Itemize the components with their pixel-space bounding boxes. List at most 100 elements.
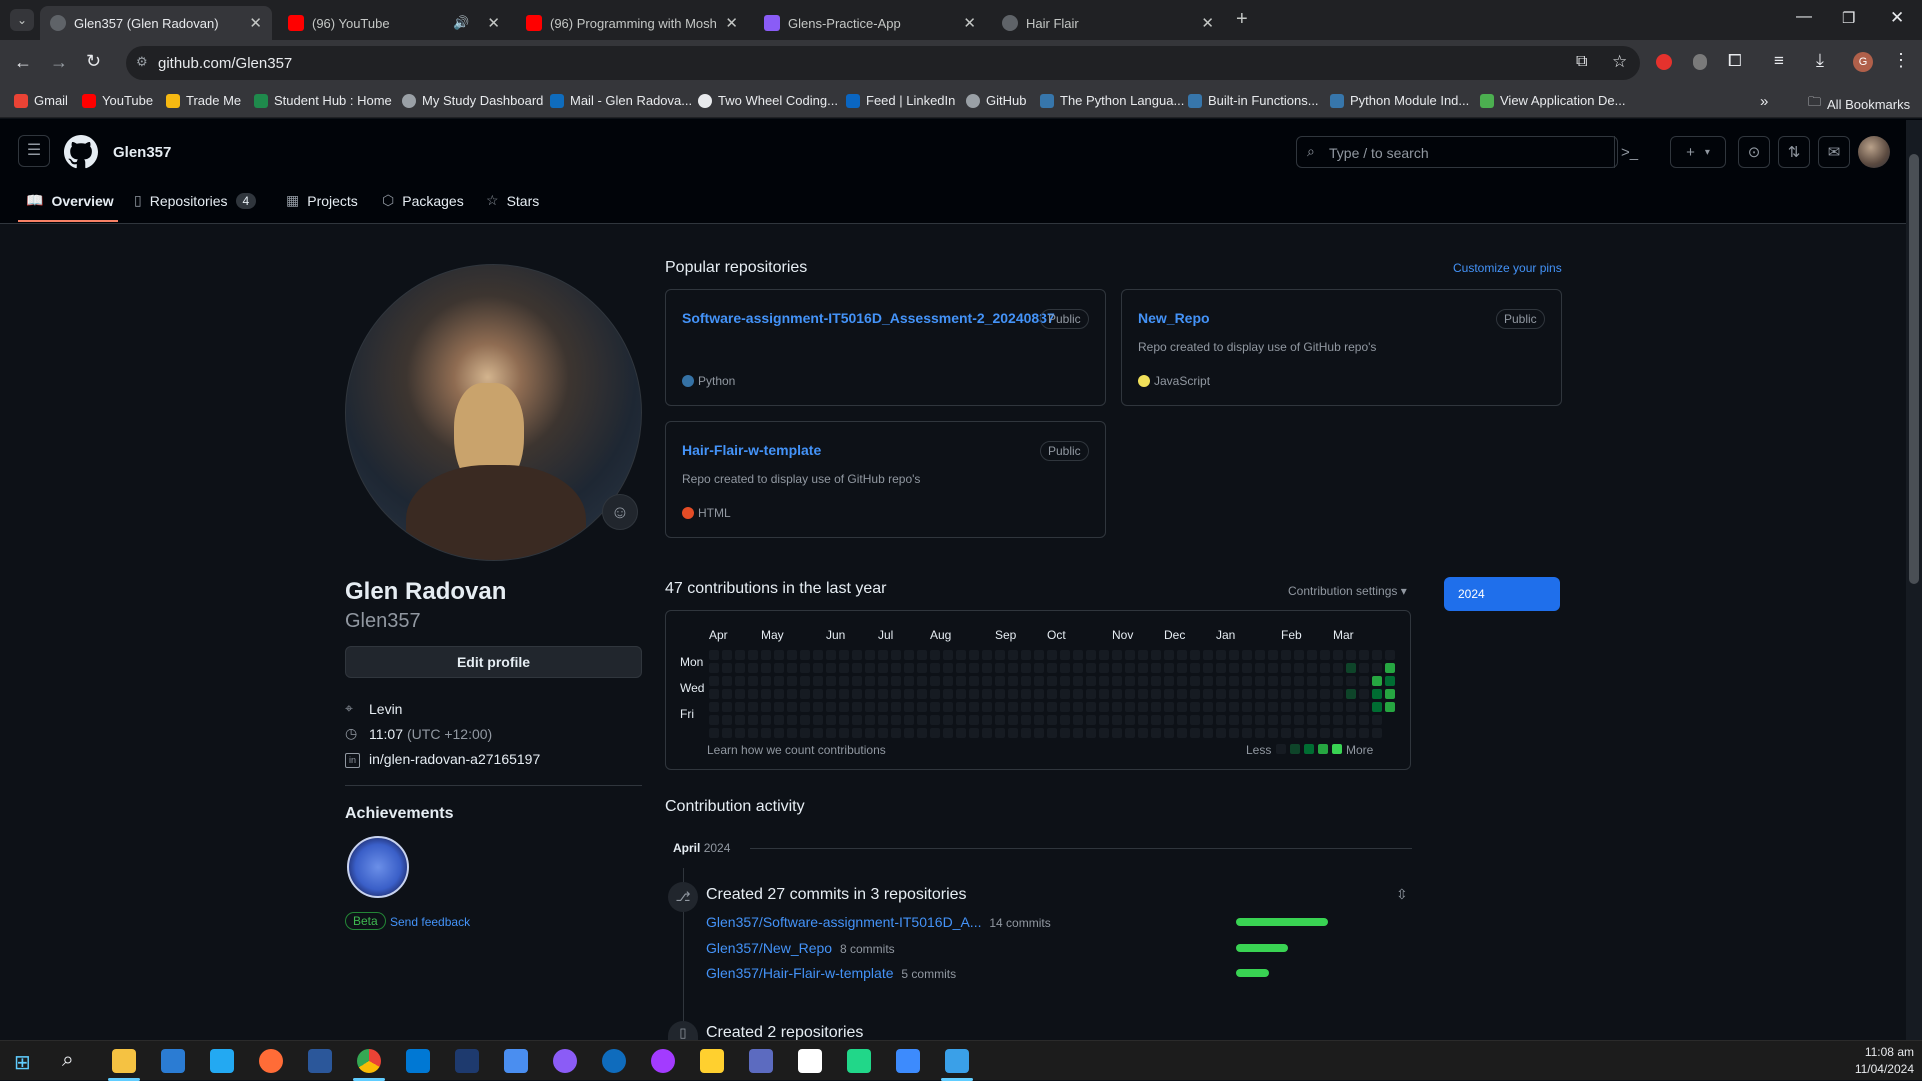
header-username[interactable]: Glen357 bbox=[113, 144, 171, 161]
contribution-day-cell[interactable] bbox=[1320, 676, 1330, 686]
contribution-day-cell[interactable] bbox=[1294, 702, 1304, 712]
url-text[interactable]: github.com/Glen357 bbox=[158, 55, 292, 72]
contribution-day-cell[interactable] bbox=[1125, 715, 1135, 725]
contribution-day-cell[interactable] bbox=[1346, 689, 1356, 699]
contribution-day-cell[interactable] bbox=[1307, 728, 1317, 738]
contribution-day-cell[interactable] bbox=[761, 728, 771, 738]
contribution-day-cell[interactable] bbox=[982, 689, 992, 699]
contribution-day-cell[interactable] bbox=[982, 650, 992, 660]
windows-start-icon[interactable]: ⊞ bbox=[14, 1050, 31, 1075]
contribution-day-cell[interactable] bbox=[943, 728, 953, 738]
contribution-day-cell[interactable] bbox=[813, 689, 823, 699]
more-bookmarks-icon[interactable]: » bbox=[1760, 93, 1768, 110]
contribution-day-cell[interactable] bbox=[735, 689, 745, 699]
contribution-day-cell[interactable] bbox=[1229, 650, 1239, 660]
contribution-day-cell[interactable] bbox=[1164, 676, 1174, 686]
contribution-day-cell[interactable] bbox=[1268, 663, 1278, 673]
contribution-day-cell[interactable] bbox=[839, 663, 849, 673]
contribution-day-cell[interactable] bbox=[787, 676, 797, 686]
contribution-day-cell[interactable] bbox=[774, 663, 784, 673]
contribution-day-cell[interactable] bbox=[865, 663, 875, 673]
contribution-day-cell[interactable] bbox=[1333, 702, 1343, 712]
azure-icon[interactable] bbox=[798, 1049, 822, 1073]
contribution-day-cell[interactable] bbox=[1242, 650, 1252, 660]
bookmark-study-dashboard[interactable]: My Study Dashboard bbox=[402, 93, 543, 108]
contribution-day-cell[interactable] bbox=[1255, 689, 1265, 699]
contribution-day-cell[interactable] bbox=[722, 650, 732, 660]
contribution-day-cell[interactable] bbox=[930, 689, 940, 699]
contribution-day-cell[interactable] bbox=[1346, 702, 1356, 712]
contribution-day-cell[interactable] bbox=[709, 702, 719, 712]
contribution-day-cell[interactable] bbox=[969, 676, 979, 686]
calculator-icon[interactable] bbox=[749, 1049, 773, 1073]
contribution-day-cell[interactable] bbox=[1008, 728, 1018, 738]
contribution-day-cell[interactable] bbox=[917, 728, 927, 738]
close-tab-icon[interactable]: ✕ bbox=[249, 14, 262, 32]
contribution-day-cell[interactable] bbox=[1359, 676, 1369, 686]
contribution-day-cell[interactable] bbox=[995, 702, 1005, 712]
contribution-day-cell[interactable] bbox=[930, 663, 940, 673]
contribution-day-cell[interactable] bbox=[969, 728, 979, 738]
contribution-day-cell[interactable] bbox=[826, 676, 836, 686]
contribution-day-cell[interactable] bbox=[1008, 676, 1018, 686]
contribution-day-cell[interactable] bbox=[1099, 650, 1109, 660]
contribution-day-cell[interactable] bbox=[1073, 702, 1083, 712]
contribution-day-cell[interactable] bbox=[1255, 715, 1265, 725]
contribution-day-cell[interactable] bbox=[813, 702, 823, 712]
contribution-day-cell[interactable] bbox=[1008, 663, 1018, 673]
contribution-day-cell[interactable] bbox=[1333, 650, 1343, 660]
user-avatar[interactable] bbox=[1858, 136, 1890, 168]
contribution-day-cell[interactable] bbox=[1099, 715, 1109, 725]
contribution-day-cell[interactable] bbox=[748, 702, 758, 712]
contribution-day-cell[interactable] bbox=[1021, 728, 1031, 738]
inbox-icon[interactable]: ✉ bbox=[1818, 136, 1850, 168]
contribution-day-cell[interactable] bbox=[1034, 728, 1044, 738]
contribution-day-cell[interactable] bbox=[1372, 663, 1382, 673]
contribution-day-cell[interactable] bbox=[1177, 689, 1187, 699]
all-bookmarks[interactable]: 🗀 All Bookmarks bbox=[1808, 93, 1910, 115]
contribution-day-cell[interactable] bbox=[891, 663, 901, 673]
contribution-day-cell[interactable] bbox=[1268, 650, 1278, 660]
contribution-day-cell[interactable] bbox=[1372, 702, 1382, 712]
contribution-day-cell[interactable] bbox=[722, 663, 732, 673]
contribution-day-cell[interactable] bbox=[1112, 663, 1122, 673]
contribution-day-cell[interactable] bbox=[865, 676, 875, 686]
contribution-day-cell[interactable] bbox=[1203, 676, 1213, 686]
contribution-day-cell[interactable] bbox=[774, 702, 784, 712]
contribution-day-cell[interactable] bbox=[735, 728, 745, 738]
app-icon[interactable] bbox=[896, 1049, 920, 1073]
contribution-day-cell[interactable] bbox=[1294, 676, 1304, 686]
contribution-day-cell[interactable] bbox=[943, 702, 953, 712]
miro-icon[interactable] bbox=[700, 1049, 724, 1073]
repo-name-link[interactable]: Hair-Flair-w-template bbox=[682, 442, 821, 458]
contribution-day-cell[interactable] bbox=[735, 702, 745, 712]
contribution-day-cell[interactable] bbox=[839, 728, 849, 738]
contribution-day-cell[interactable] bbox=[982, 702, 992, 712]
contribution-day-cell[interactable] bbox=[1255, 728, 1265, 738]
contribution-day-cell[interactable] bbox=[852, 728, 862, 738]
contribution-day-cell[interactable] bbox=[1333, 663, 1343, 673]
contribution-day-cell[interactable] bbox=[761, 715, 771, 725]
address-bar[interactable]: ⚙ github.com/Glen357 ⧉ ☆ bbox=[126, 46, 1640, 80]
year-2024-button[interactable]: 2024 bbox=[1444, 577, 1560, 611]
extension-icon[interactable] bbox=[1693, 54, 1707, 70]
contribution-day-cell[interactable] bbox=[1099, 689, 1109, 699]
contribution-day-cell[interactable] bbox=[917, 689, 927, 699]
tab-github-profile[interactable]: Glen357 (Glen Radovan) ✕ bbox=[40, 6, 272, 40]
contribution-day-cell[interactable] bbox=[1112, 728, 1122, 738]
contribution-day-cell[interactable] bbox=[1190, 715, 1200, 725]
contribution-day-cell[interactable] bbox=[1294, 689, 1304, 699]
taskbar-date[interactable]: 11/04/2024 bbox=[1846, 1062, 1914, 1076]
contribution-day-cell[interactable] bbox=[891, 715, 901, 725]
contribution-day-cell[interactable] bbox=[1138, 728, 1148, 738]
close-tab-icon[interactable]: ✕ bbox=[725, 14, 738, 32]
contribution-day-cell[interactable] bbox=[1216, 650, 1226, 660]
contribution-day-cell[interactable] bbox=[1216, 676, 1226, 686]
contribution-day-cell[interactable] bbox=[1086, 728, 1096, 738]
create-new-button[interactable]: + ▾ bbox=[1670, 136, 1726, 168]
close-window-button[interactable]: ✕ bbox=[1890, 8, 1904, 28]
contribution-day-cell[interactable] bbox=[1151, 715, 1161, 725]
contribution-day-cell[interactable] bbox=[1320, 689, 1330, 699]
close-tab-icon[interactable]: ✕ bbox=[487, 14, 500, 32]
tab-youtube[interactable]: (96) YouTube 🔊 ✕ bbox=[278, 6, 510, 40]
